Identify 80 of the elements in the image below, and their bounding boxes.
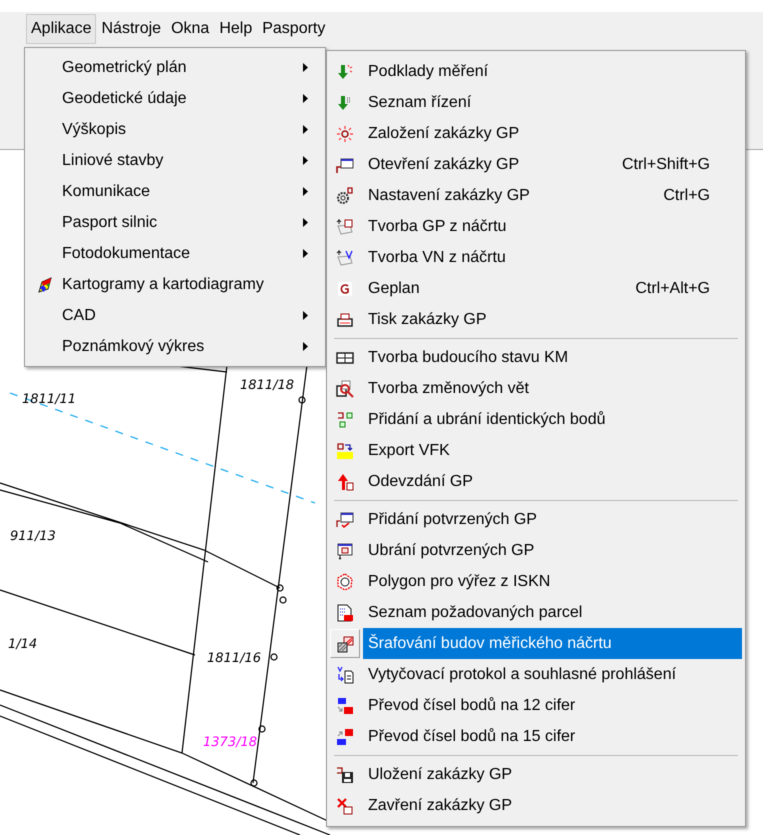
- cross-icon: [336, 796, 354, 814]
- window-icon: [336, 542, 354, 560]
- menu-item[interactable]: Geodetické údaje: [27, 83, 323, 114]
- menu-item[interactable]: Přidání a ubrání identických bodů: [363, 404, 742, 435]
- parcel-number: 1/14: [8, 637, 38, 652]
- menu-item[interactable]: Kartogramy a kartodiagramy: [27, 269, 323, 300]
- submenu-arrow-icon: [303, 311, 308, 320]
- menu-item[interactable]: Odevzdání GP: [363, 466, 742, 497]
- submenu-arrow-icon: [303, 156, 308, 165]
- document-icon: [336, 666, 354, 684]
- menu-item[interactable]: Fotodokumentace: [27, 238, 323, 269]
- down-arrow-icon: [336, 62, 354, 80]
- menu-item[interactable]: Podklady měření: [363, 56, 742, 87]
- parcel-number: 1811/16: [207, 651, 262, 666]
- menu-item[interactable]: Zavření zakázky GP: [363, 790, 742, 821]
- menu-bar-item[interactable]: Pasporty: [257, 14, 330, 44]
- parcel-number: 1373/18: [203, 735, 258, 750]
- submenu-arrow-icon: [303, 342, 308, 351]
- menu-item[interactable]: Pasport silnic: [27, 207, 323, 238]
- menu-item[interactable]: Založení zakázky GP: [363, 118, 742, 149]
- menu-item[interactable]: Liniové stavby: [27, 145, 323, 176]
- shortcut-text: Ctrl+Shift+G: [622, 156, 710, 174]
- submenu-arrow-icon: [303, 125, 308, 134]
- menu-bar-item[interactable]: Nástroje: [96, 14, 166, 44]
- export-icon: [336, 442, 354, 460]
- menu-bar-item[interactable]: Aplikace: [26, 14, 96, 44]
- menu-item[interactable]: Poznámkový výkres: [27, 331, 323, 362]
- menu-item[interactable]: Tvorba změnových vět: [363, 373, 742, 404]
- menu-item[interactable]: Polygon pro výřez z ISKN: [363, 566, 742, 597]
- arc-icon: [336, 280, 354, 298]
- up-arrow-icon: [336, 472, 354, 490]
- submenu-arrow-icon: [303, 94, 308, 103]
- sparkle-icon: [336, 124, 354, 142]
- menu-item[interactable]: Vytyčovací protokol a souhlasné prohlášení: [363, 659, 742, 690]
- submenu-arrow-icon: [303, 249, 308, 258]
- sketch-icon: [336, 248, 354, 266]
- menu-item[interactable]: Komunikace: [27, 176, 323, 207]
- menu-item[interactable]: Převod čísel bodů na 15 cifer: [363, 721, 742, 752]
- sketch-icon: [336, 218, 354, 236]
- menu-item[interactable]: Nastavení zakázky GP Ctrl+G: [363, 180, 742, 211]
- convert-icon: [336, 728, 354, 746]
- convert-icon: [336, 696, 354, 714]
- menu-bar-item[interactable]: Okna: [166, 14, 214, 44]
- submenu-arrow-icon: [303, 218, 308, 227]
- menu-item[interactable]: Tvorba VN z náčrtu: [363, 242, 742, 273]
- shortcut-text: Ctrl+Alt+G: [635, 280, 710, 298]
- menu-item[interactable]: Geplan Ctrl+Alt+G: [363, 273, 742, 304]
- menu-bar-item[interactable]: Help: [214, 14, 258, 44]
- parcel-number: 911/13: [10, 529, 56, 544]
- menu-item[interactable]: CAD: [27, 300, 323, 331]
- window-icon: [336, 156, 354, 174]
- menu-item[interactable]: Přidání potvrzených GP: [363, 504, 742, 535]
- chart-icon: [36, 276, 54, 294]
- menu-item[interactable]: Seznam požadovaných parcel: [363, 597, 742, 628]
- floppy-icon: [336, 766, 354, 784]
- submenu-arrow-icon: [303, 187, 308, 196]
- menu-item[interactable]: Geometrický plán: [27, 52, 323, 83]
- menu-item[interactable]: Výškopis: [27, 114, 323, 145]
- gear-icon: [336, 186, 354, 204]
- menu-item[interactable]: Ubrání potvrzených GP: [363, 535, 742, 566]
- parcel-number: 1811/18: [240, 378, 294, 393]
- hatched-squares-icon: [336, 634, 354, 652]
- submenu-arrow-icon: [303, 63, 308, 72]
- magnifier-icon: [336, 380, 354, 398]
- document-icon: [336, 604, 354, 622]
- menu-item[interactable]: Tvorba GP z náčrtu: [363, 211, 742, 242]
- menu-item[interactable]: Uložení zakázky GP: [363, 759, 742, 790]
- menu-item[interactable]: Tvorba budoucího stavu KM: [363, 342, 742, 373]
- shortcut-text: Ctrl+G: [663, 186, 710, 204]
- polygon-icon: [336, 572, 354, 590]
- menu-item[interactable]: Tisk zakázky GP: [363, 304, 742, 335]
- printer-icon: [336, 310, 354, 328]
- squares-icon: [336, 410, 354, 428]
- menu-item[interactable]: Export VFK: [363, 435, 742, 466]
- menu-item[interactable]: Šrafování budov měřického náčrtu: [363, 628, 742, 659]
- menu-item[interactable]: Otevření zakázky GP Ctrl+Shift+G: [363, 149, 742, 180]
- menu-item[interactable]: Převod čísel bodů na 12 cifer: [363, 690, 742, 721]
- window-icon: [336, 510, 354, 528]
- menu-item[interactable]: Seznam řízení: [363, 87, 742, 118]
- parcel-number: 1811/11: [22, 392, 76, 407]
